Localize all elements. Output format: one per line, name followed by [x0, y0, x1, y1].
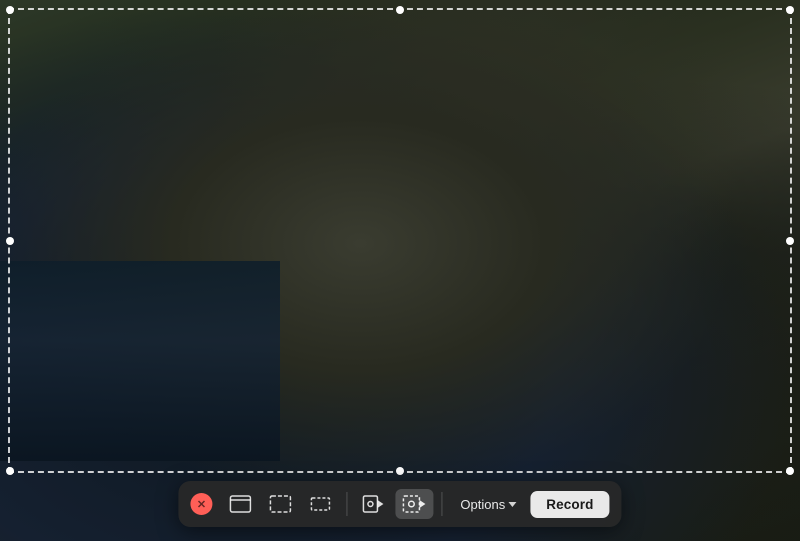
options-label: Options: [460, 497, 505, 512]
capture-window-icon: [229, 495, 251, 513]
capture-selection-icon: [309, 495, 331, 513]
capture-fullscreen-button[interactable]: [262, 490, 298, 518]
record-screen-icon: [362, 495, 384, 513]
screenshot-toolbar: ✕ Option: [178, 481, 621, 527]
record-screen-button[interactable]: [355, 490, 391, 518]
water-area: [0, 261, 280, 461]
record-selection-button[interactable]: [395, 489, 433, 519]
close-icon: ✕: [197, 498, 206, 511]
options-button[interactable]: Options: [450, 491, 526, 518]
record-button[interactable]: Record: [530, 491, 609, 518]
toolbar-divider: [346, 492, 347, 516]
toolbar-divider-2: [441, 492, 442, 516]
capture-selection-button[interactable]: [302, 490, 338, 518]
capture-window-button[interactable]: [222, 490, 258, 518]
record-selection-icon: [402, 494, 426, 514]
close-button[interactable]: ✕: [190, 493, 212, 515]
record-label: Record: [546, 497, 593, 512]
capture-fullscreen-icon: [269, 495, 291, 513]
chevron-down-icon: [508, 502, 516, 507]
